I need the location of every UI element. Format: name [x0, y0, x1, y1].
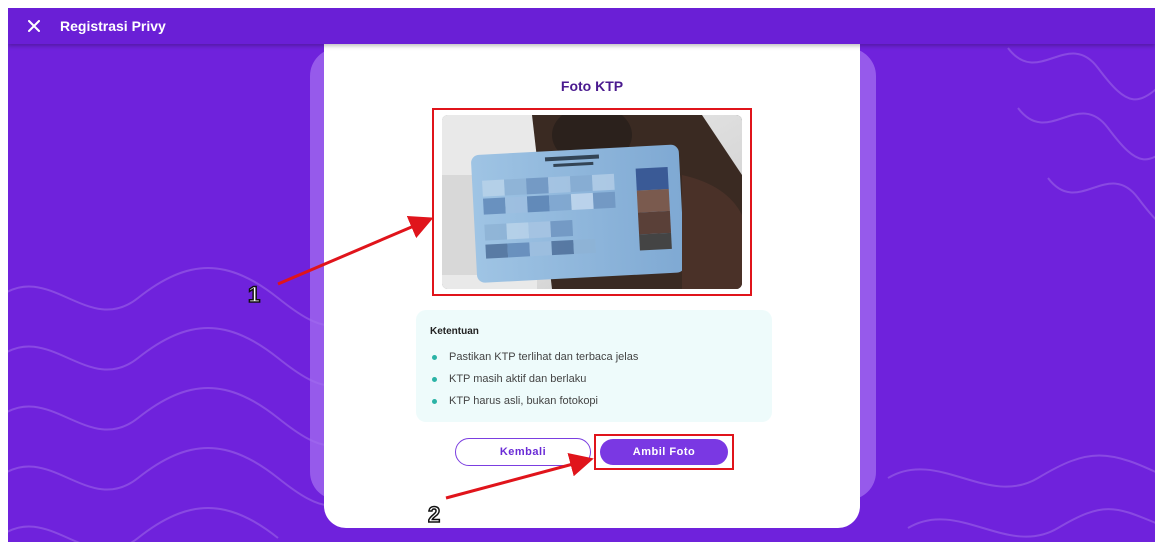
- requirements-panel: Ketentuan Pastikan KTP terlihat dan terb…: [416, 310, 772, 422]
- bullet-icon: [432, 376, 437, 382]
- take-photo-highlight-box: Ambil Foto: [594, 434, 734, 470]
- requirements-title: Ketentuan: [430, 326, 479, 337]
- bullet-icon: [432, 354, 437, 360]
- app-window: Registrasi Privy Foto KTP Ketentuan Past…: [8, 8, 1155, 542]
- requirement-item: KTP masih aktif dan berlaku: [432, 368, 638, 390]
- requirement-text: Pastikan KTP terlihat dan terbaca jelas: [449, 351, 639, 363]
- requirement-text: KTP harus asli, bukan fotokopi: [449, 395, 598, 407]
- step-number-1: 1: [247, 281, 261, 308]
- step-number-2: 2: [427, 501, 441, 528]
- requirements-list: Pastikan KTP terlihat dan terbaca jelas …: [432, 346, 638, 412]
- requirement-text: KTP masih aktif dan berlaku: [449, 373, 587, 385]
- page-title: Registrasi Privy: [60, 18, 166, 34]
- requirement-item: KTP harus asli, bukan fotokopi: [432, 390, 638, 412]
- card-title: Foto KTP: [560, 78, 624, 94]
- ktp-camera-image: [442, 115, 742, 289]
- back-button[interactable]: Kembali: [455, 438, 591, 466]
- take-photo-button[interactable]: Ambil Foto: [600, 439, 728, 465]
- close-icon: [28, 20, 40, 32]
- bullet-icon: [432, 398, 437, 404]
- requirement-item: Pastikan KTP terlihat dan terbaca jelas: [432, 346, 638, 368]
- top-bar: Registrasi Privy: [8, 8, 1155, 44]
- close-button[interactable]: [22, 14, 46, 38]
- camera-preview[interactable]: [442, 115, 742, 289]
- camera-highlight-box: [432, 108, 752, 296]
- ktp-photo-card: Foto KTP Ketentuan Pastikan KTP terlihat…: [324, 40, 860, 528]
